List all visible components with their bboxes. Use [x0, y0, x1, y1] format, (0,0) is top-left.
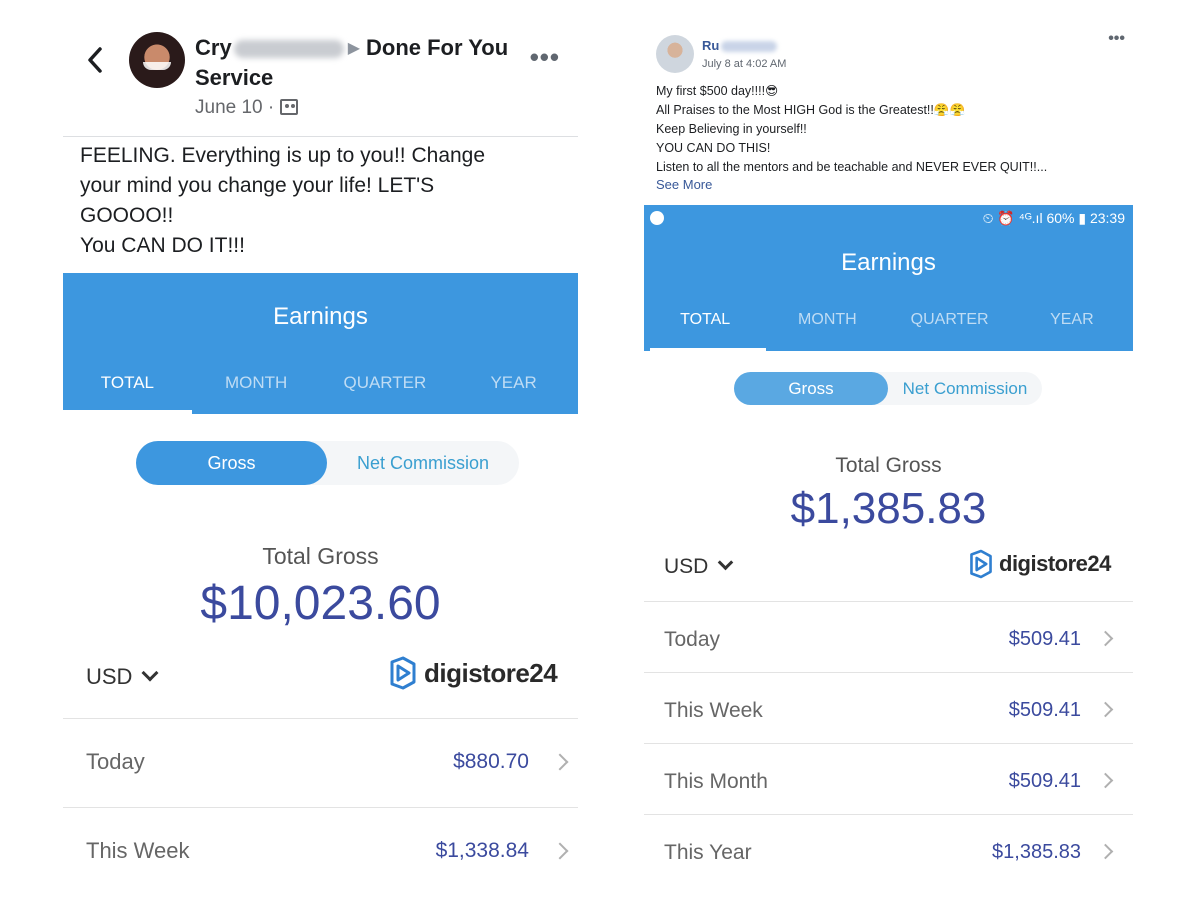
earnings-header: Earnings TOTAL MONTH QUARTER YEAR: [644, 232, 1133, 351]
row-label: Today: [664, 628, 721, 651]
earnings-row[interactable]: This Month $509.41: [644, 743, 1133, 814]
chevron-right-icon: [1097, 630, 1114, 647]
status-indicators: ⏲ ⏰ ⁴ᴳ.ıl 60% ▮ 23:39: [982, 210, 1125, 226]
chevron-down-icon: [718, 554, 734, 571]
total-gross-value: $1,385.83: [790, 484, 987, 533]
brand-name: digistore24: [424, 657, 558, 688]
row-value: $1,338.84: [435, 839, 529, 862]
row-value: $1,385.83: [992, 841, 1081, 863]
earnings-row[interactable]: Today $880.70: [63, 718, 578, 807]
brand-name: digistore24: [999, 551, 1111, 576]
row-label: This Year: [664, 841, 752, 864]
earnings-title: Earnings: [273, 303, 368, 330]
blurred-name: [721, 41, 778, 53]
row-label: This Week: [86, 838, 190, 863]
tab-year[interactable]: YEAR: [1011, 308, 1133, 351]
digistore24-logo: digistore24: [388, 655, 558, 691]
chevron-right-icon: [1097, 843, 1114, 860]
digistore24-logo: digistore24: [968, 548, 1111, 580]
chevron-down-icon: [141, 664, 159, 682]
post-author[interactable]: Ru: [702, 38, 778, 53]
post-text: My first $500 day!!!!😎 All Praises to th…: [656, 84, 1048, 174]
post-date[interactable]: July 8 at 4:02 AM: [702, 58, 786, 70]
see-more-link[interactable]: See More: [656, 177, 712, 192]
back-arrow-icon[interactable]: [85, 46, 105, 74]
earnings-row[interactable]: This Week $509.41: [644, 672, 1133, 743]
net-commission-toggle-button[interactable]: Net Commission: [888, 372, 1042, 405]
gross-toggle-button[interactable]: Gross: [136, 441, 327, 485]
chevron-right-icon: [551, 842, 569, 860]
post-text: FEELING. Everything is up to you!! Chang…: [80, 144, 486, 257]
tab-month[interactable]: MONTH: [192, 369, 321, 414]
more-options-icon[interactable]: •••: [530, 42, 560, 73]
tab-month[interactable]: MONTH: [766, 308, 888, 351]
chevron-right-icon: [1097, 701, 1114, 718]
row-label: This Week: [664, 699, 763, 722]
earnings-row[interactable]: Today $509.41: [644, 601, 1133, 672]
total-gross-label: Total Gross: [835, 454, 942, 477]
tab-quarter[interactable]: QUARTER: [321, 369, 450, 414]
row-value: $509.41: [1008, 770, 1081, 792]
currency-label: USD: [664, 555, 709, 578]
row-label: Today: [86, 749, 145, 774]
author-name[interactable]: Ru: [702, 38, 719, 53]
author-name[interactable]: Cry: [195, 35, 232, 60]
tab-total[interactable]: TOTAL: [644, 308, 767, 351]
author-avatar[interactable]: [656, 35, 694, 73]
period-tabs: TOTAL MONTH QUARTER YEAR: [644, 308, 1133, 351]
left-screenshot: Cry ▶ Done For You Service June 10 · ••• F…: [63, 0, 578, 895]
currency-selector[interactable]: USD: [86, 664, 159, 690]
blurred-name: [233, 40, 344, 59]
share-arrow-icon: ▶: [347, 40, 360, 57]
chevron-right-icon: [1097, 772, 1114, 789]
tab-quarter[interactable]: QUARTER: [889, 308, 1011, 351]
tab-total[interactable]: TOTAL: [63, 369, 192, 414]
net-commission-toggle-button[interactable]: Net Commission: [327, 441, 519, 485]
earnings-row[interactable]: This Year $1,385.83: [644, 814, 1133, 884]
post-header: Cry ▶ Done For You Service June 10 · •••: [63, 0, 578, 137]
earnings-row[interactable]: This Week $1,338.84: [63, 807, 578, 895]
chevron-right-icon: [551, 753, 569, 771]
author-avatar[interactable]: [129, 32, 185, 88]
row-value: $509.41: [1008, 699, 1081, 721]
row-label: This Month: [664, 770, 768, 793]
currency-selector[interactable]: USD: [664, 554, 734, 579]
row-value: $509.41: [1008, 628, 1081, 650]
earnings-title: Earnings: [841, 249, 936, 276]
phone-status-bar: ⏲ ⏰ ⁴ᴳ.ıl 60% ▮ 23:39: [644, 205, 1133, 232]
gross-toggle-button[interactable]: Gross: [734, 372, 888, 405]
total-gross-value: $10,023.60: [200, 577, 441, 630]
gross-net-toggle: Gross Net Commission: [136, 441, 519, 485]
post-author[interactable]: Cry ▶ Done For You Service: [195, 33, 515, 92]
right-screenshot: Ru July 8 at 4:02 AM ••• My first $500 d…: [644, 22, 1133, 884]
audience-friends-icon: [280, 99, 299, 115]
earnings-header: Earnings TOTAL MONTH QUARTER YEAR: [63, 273, 578, 414]
notification-icon: [650, 211, 664, 225]
currency-label: USD: [86, 664, 133, 689]
gross-net-toggle: Gross Net Commission: [734, 372, 1042, 405]
total-gross-label: Total Gross: [262, 543, 379, 569]
row-value: $880.70: [453, 750, 529, 773]
digistore24-logo-icon: [970, 549, 992, 579]
post-date-text[interactable]: June 10 ·: [195, 97, 274, 118]
more-options-icon[interactable]: •••: [1108, 30, 1125, 48]
digistore24-logo-icon: [390, 656, 416, 690]
post-date: June 10 ·: [195, 97, 299, 119]
tab-year[interactable]: YEAR: [449, 369, 578, 414]
period-tabs: TOTAL MONTH QUARTER YEAR: [63, 369, 578, 414]
